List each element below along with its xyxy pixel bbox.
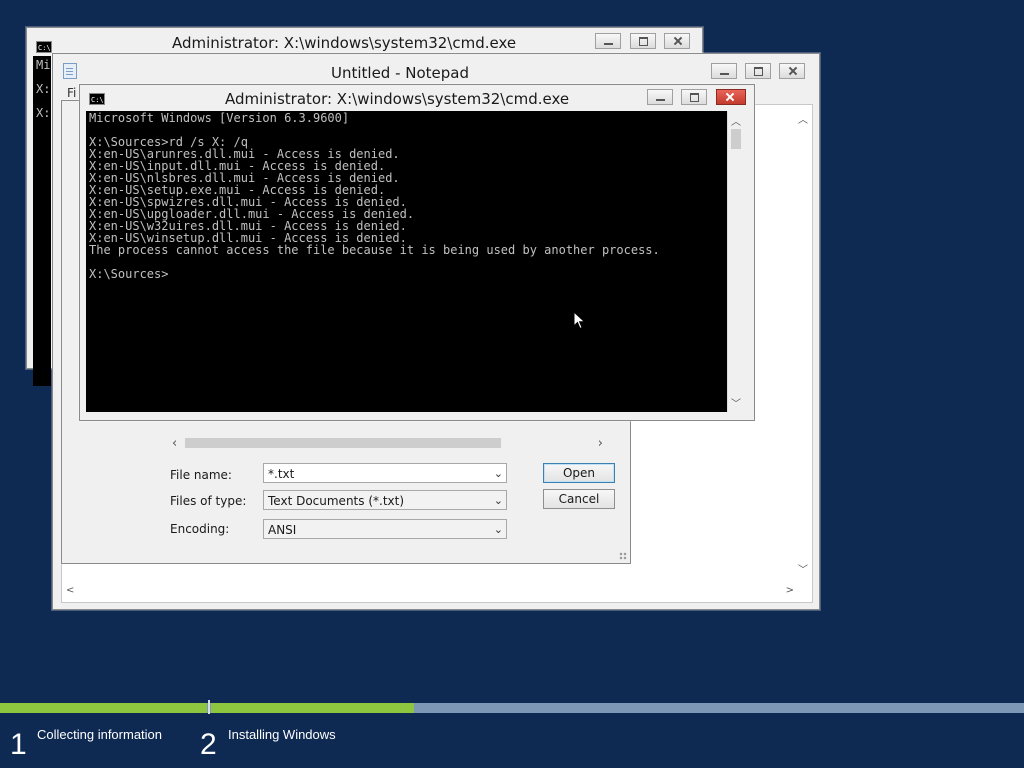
cmd-window-active[interactable]: C:\ Administrator: X:\windows\system32\c… [79,84,755,421]
scroll-left-icon[interactable]: < [66,585,74,596]
scroll-down-icon[interactable]: ﹀ [731,395,741,410]
maximize-button[interactable] [681,89,707,105]
console-line: X: [36,106,51,120]
chevron-down-icon[interactable]: ⌄ [494,464,503,484]
chevron-down-icon[interactable]: ⌄ [494,491,503,511]
step1-number: 1 [10,728,27,761]
scroll-up-icon[interactable]: ︿ [731,113,741,128]
minimize-button[interactable] [647,89,673,105]
notepad-icon [63,63,77,79]
cmd-main-title: Administrator: X:\windows\system32\cmd.e… [225,90,570,108]
menu-file[interactable]: Fi [67,86,76,100]
minimize-button[interactable] [595,33,621,49]
cmd-back-titlebar[interactable]: C:\ Administrator: X:\windows\system32\c… [27,28,702,56]
vertical-scrollbar[interactable]: ︿ ﹀ [727,111,745,412]
scrollbar-thumb[interactable] [731,129,741,149]
chevron-down-icon[interactable]: ⌄ [494,520,503,540]
setup-progress-bar [0,703,1024,713]
encoding-value: ANSI [268,523,297,537]
files-of-type-label: Files of type: [170,494,247,508]
encoding-select[interactable]: ANSI ⌄ [263,519,507,539]
cmd-icon: C:\ [36,41,52,53]
scroll-right-icon[interactable]: > [786,585,794,596]
open-button[interactable]: Open [543,463,615,483]
scroll-right-icon[interactable]: › [598,436,603,451]
cmd-main-titlebar[interactable]: C:\ Administrator: X:\windows\system32\c… [80,85,754,113]
cancel-button[interactable]: Cancel [543,489,615,509]
close-button[interactable] [779,63,805,79]
mouse-cursor-icon [573,311,586,330]
console-line: Mi [36,58,51,72]
console-prompt: X:\Sources> [89,267,169,281]
notepad-titlebar[interactable]: Untitled - Notepad [53,54,819,82]
step1-label: Collecting information [37,727,163,742]
file-name-field[interactable]: *.txt ⌄ [263,463,507,483]
cmd-icon: C:\ [89,93,105,105]
console-line: Microsoft Windows [Version 6.3.9600] [89,111,350,125]
files-of-type-select[interactable]: Text Documents (*.txt) ⌄ [263,490,507,510]
progress-divider [208,700,210,714]
resize-grip-icon[interactable] [619,552,627,560]
cmd-back-title: Administrator: X:\windows\system32\cmd.e… [172,34,517,52]
encoding-label: Encoding: [170,522,230,536]
step2-number: 2 [200,728,217,761]
maximize-button[interactable] [630,33,656,49]
console-line: The process cannot access the file becau… [89,243,660,257]
file-name-label: File name: [170,468,232,482]
scroll-down-icon[interactable]: ﹀ [798,561,808,576]
maximize-button[interactable] [745,63,771,79]
step2-progress-fill [211,703,414,713]
cmd-console[interactable]: Microsoft Windows [Version 6.3.9600] X:\… [86,111,727,412]
horizontal-scrollbar[interactable]: ‹ › [169,434,619,452]
notepad-title: Untitled - Notepad [331,64,470,82]
file-name-value: *.txt [268,467,295,481]
scrollbar-thumb[interactable] [185,438,501,448]
console-line: X: [36,82,51,96]
scroll-up-icon[interactable]: ︿ [798,111,808,126]
scroll-left-icon[interactable]: ‹ [172,436,177,451]
close-button[interactable] [664,33,690,49]
minimize-button[interactable] [711,63,737,79]
cmd-back-console[interactable]: Mi X: X: [33,56,51,386]
step2-label: Installing Windows [228,727,336,742]
files-of-type-value: Text Documents (*.txt) [268,494,405,508]
step1-progress-fill [0,703,207,713]
close-button[interactable] [716,89,746,105]
